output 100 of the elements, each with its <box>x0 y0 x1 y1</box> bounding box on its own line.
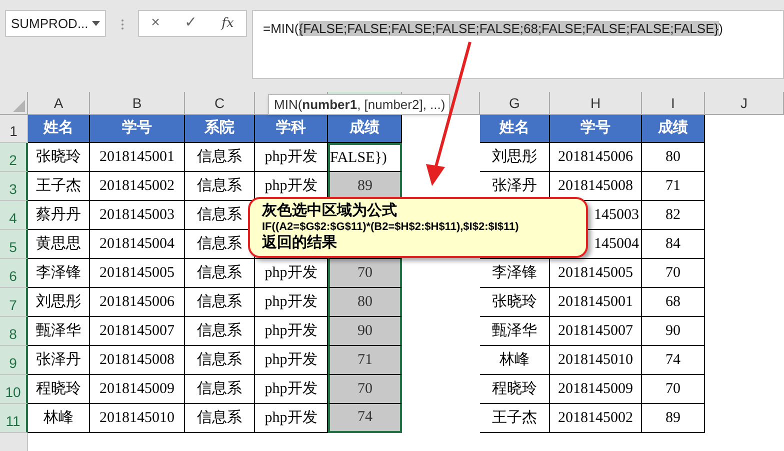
table-cell: 甄泽华 <box>28 317 90 346</box>
table-cell: 信息系 <box>185 288 255 317</box>
table-cell: 70 <box>642 375 705 404</box>
column-heading-cell: 姓名 <box>28 115 90 143</box>
table-cell: 程晓玲 <box>28 375 90 404</box>
table-cell: 84 <box>642 230 705 259</box>
table-cell: 2018145010 <box>550 346 642 375</box>
table-cell: 林峰 <box>28 404 90 433</box>
select-all-icon[interactable] <box>13 100 25 112</box>
row-header[interactable]: 1 <box>0 115 28 143</box>
table-cell: 82 <box>642 201 705 230</box>
table-cell: 刘思彤 <box>480 143 550 172</box>
table-cell: 80 <box>642 143 705 172</box>
column-heading-cell: 学号 <box>550 115 642 143</box>
table-cell: 74 <box>642 346 705 375</box>
cancel-button[interactable]: × <box>151 12 160 35</box>
row-header[interactable]: 10 <box>0 375 28 404</box>
table-cell: 90 <box>642 317 705 346</box>
table-cell: 74 <box>328 404 402 433</box>
table-cell: 黄思思 <box>28 230 90 259</box>
column-heading-cell: 学号 <box>90 115 185 143</box>
table-cell: 2018145002 <box>90 172 185 201</box>
table-cell: 2018145006 <box>550 143 642 172</box>
row-header[interactable]: 11 <box>0 404 28 433</box>
column-header[interactable]: I <box>642 92 705 114</box>
table-cell: 蔡丹丹 <box>28 201 90 230</box>
table-cell: 信息系 <box>185 143 255 172</box>
table-cell: 李泽锋 <box>480 259 550 288</box>
table-cell: 70 <box>642 259 705 288</box>
row-header[interactable]: 7 <box>0 288 28 317</box>
table-cell: php开发 <box>255 259 328 288</box>
enter-button[interactable]: ✓ <box>184 12 198 35</box>
table-cell: php开发 <box>255 288 328 317</box>
row-header[interactable]: 8 <box>0 317 28 346</box>
table-cell: 2018145006 <box>90 288 185 317</box>
row-header[interactable]: 3 <box>0 172 28 201</box>
table-cell: 2018145008 <box>90 346 185 375</box>
formula-input-field[interactable]: =MIN({FALSE;FALSE;FALSE;FALSE;FALSE;68;FALSE;FALSE;FALSE;FALSE}) <box>252 10 784 79</box>
row-header[interactable]: 6 <box>0 259 28 288</box>
table-cell: php开发 <box>255 404 328 433</box>
table-cell: 68 <box>642 288 705 317</box>
table-cell: 80 <box>328 288 402 317</box>
table-cell: 信息系 <box>185 404 255 433</box>
table-cell: php开发 <box>255 317 328 346</box>
row-header[interactable]: 9 <box>0 346 28 375</box>
table-cell: 2018145003 <box>90 201 185 230</box>
drag-handle-icon[interactable] <box>121 19 124 30</box>
table-cell: 信息系 <box>185 346 255 375</box>
column-heading-cell: 成绩 <box>642 115 705 143</box>
column-header[interactable]: C <box>185 92 255 114</box>
table-cell: 甄泽华 <box>480 317 550 346</box>
table-cell: 2018145007 <box>90 317 185 346</box>
column-header[interactable]: G <box>480 92 550 114</box>
table-cell: 王子杰 <box>28 172 90 201</box>
table-cell: 刘思彤 <box>28 288 90 317</box>
table-cell: 信息系 <box>185 172 255 201</box>
table-cell: php开发 <box>255 143 328 172</box>
table-cell: 2018145009 <box>550 375 642 404</box>
table-cell: 71 <box>642 172 705 201</box>
callout-formula: IF((A2=$G$2:$G$11)*(B2=$H$2:$H$11),$I$2:$I$11) <box>262 220 520 234</box>
table-cell: 程晓玲 <box>480 375 550 404</box>
table-cell: FALSE}) <box>328 143 402 172</box>
insert-function-button[interactable]: fx <box>222 14 234 34</box>
formula-text: =MIN({FALSE;FALSE;FALSE;FALSE;FALSE;68;FALSE;FALSE;FALSE;FALSE}) <box>263 21 723 36</box>
table-cell: 2018145010 <box>90 404 185 433</box>
table-cell: 2018145001 <box>90 143 185 172</box>
column-header[interactable]: A <box>28 92 90 114</box>
column-header[interactable]: B <box>90 92 185 114</box>
table-cell: 2018145001 <box>550 288 642 317</box>
column-heading-cell: 学科 <box>255 115 328 143</box>
column-header[interactable]: H <box>550 92 642 114</box>
table-cell: 90 <box>328 317 402 346</box>
table-cell: 李泽锋 <box>28 259 90 288</box>
column-header[interactable]: J <box>705 92 784 114</box>
table-cell: 张晓玲 <box>28 143 90 172</box>
table-cell: 林峰 <box>480 346 550 375</box>
column-heading-cell: 姓名 <box>480 115 550 143</box>
table-cell: 71 <box>328 346 402 375</box>
row-header[interactable]: 2 <box>0 143 28 172</box>
function-tooltip: MIN(number1, [number2], ...) <box>268 94 450 115</box>
table-cell: 2018145009 <box>90 375 185 404</box>
table-cell: php开发 <box>255 375 328 404</box>
table-cell: 2018145007 <box>550 317 642 346</box>
row-header[interactable]: 5 <box>0 230 28 259</box>
table-cell: 张晓玲 <box>480 288 550 317</box>
column-heading-cell: 系院 <box>185 115 255 143</box>
table-cell: 2018145005 <box>550 259 642 288</box>
name-box[interactable]: SUMPROD... <box>5 10 106 37</box>
table-cell: 张泽丹 <box>28 346 90 375</box>
table-cell: 2018145005 <box>90 259 185 288</box>
table-cell: 信息系 <box>185 317 255 346</box>
dropdown-caret-icon[interactable] <box>92 21 100 26</box>
table-cell: 89 <box>642 404 705 433</box>
table-cell: 70 <box>328 375 402 404</box>
row-header[interactable]: 4 <box>0 201 28 230</box>
table-cell: 2018145002 <box>550 404 642 433</box>
table-cell: 信息系 <box>185 375 255 404</box>
callout-title: 灰色选中区域为公式 <box>262 202 398 220</box>
table-cell: 王子杰 <box>480 404 550 433</box>
column-heading-cell: 成绩 <box>328 115 402 143</box>
